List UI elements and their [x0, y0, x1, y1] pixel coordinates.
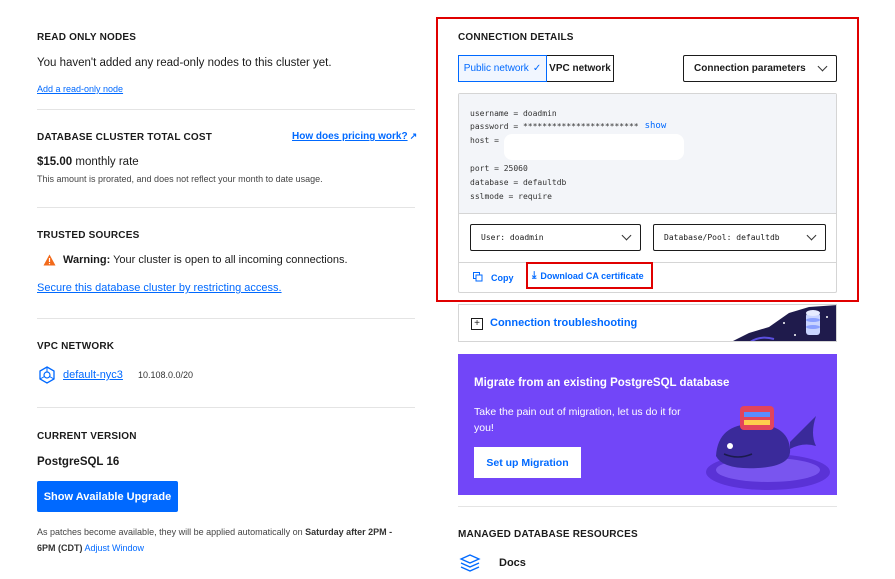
migration-card: Migrate from an existing PostgreSQL data…: [458, 354, 837, 495]
copy-button[interactable]: Copy: [473, 271, 514, 283]
cost-price: $15.00: [37, 156, 73, 168]
warning-text: Your cluster is open to all incoming con…: [110, 254, 348, 266]
line-database: database = defaultdb: [470, 178, 567, 187]
tab-vpc-network[interactable]: VPC network: [547, 55, 614, 82]
connection-panel: username = doadmin password = **********…: [458, 93, 837, 293]
tab-public-network[interactable]: Public network ✓: [458, 55, 547, 82]
setup-migration-button[interactable]: Set up Migration: [474, 447, 581, 478]
troubleshooting-label: Connection troubleshooting: [490, 317, 638, 329]
troubleshooting-card[interactable]: + Connection troubleshooting: [458, 304, 837, 342]
connection-selects-row: User: doadmin Database/Pool: defaultdb: [459, 214, 836, 263]
vpc-title: VPC NETWORK: [37, 341, 115, 352]
troubleshooting-illustration: [733, 305, 836, 341]
copy-icon: [473, 272, 483, 282]
chevron-down-icon: [621, 230, 632, 241]
docs-link[interactable]: Docs: [459, 553, 526, 573]
read-only-title: READ ONLY NODES: [37, 32, 137, 43]
adjust-window-link[interactable]: Adjust Window: [85, 543, 145, 553]
connection-title: CONNECTION DETAILS: [458, 32, 574, 43]
connection-params-label: Connection parameters: [694, 63, 806, 74]
user-select[interactable]: User: doadmin: [470, 224, 641, 251]
database-pool-label: Database/Pool: defaultdb: [664, 233, 780, 242]
divider: [37, 318, 415, 319]
vpc-row: default-nyc3 10.108.0.0/20: [38, 366, 193, 384]
connection-actions-row: Copy ⤓ Download CA certificate: [459, 262, 836, 292]
warning-bold: Warning:: [63, 254, 111, 266]
divider: [458, 506, 837, 507]
divider: [37, 109, 415, 110]
line-password-text: password = ************************: [470, 122, 639, 131]
chevron-down-icon: [806, 230, 817, 241]
stack-icon: [459, 554, 481, 572]
divider: [37, 207, 415, 208]
cost-rate: $15.00 monthly rate: [37, 156, 139, 168]
copy-label: Copy: [491, 273, 514, 283]
line-sslmode: sslmode = require: [470, 192, 552, 201]
add-read-only-link[interactable]: Add a read-only node: [37, 84, 123, 94]
divider: [37, 407, 415, 408]
line-username: username = doadmin: [470, 109, 557, 118]
download-ca-button[interactable]: ⤓ Download CA certificate: [526, 262, 653, 289]
tab-vpc-label: VPC network: [549, 63, 611, 74]
host-redaction: [504, 134, 684, 160]
chevron-down-icon: [817, 61, 828, 72]
cost-rate-suffix: monthly rate: [72, 156, 139, 168]
cost-note: This amount is prorated, and does not re…: [37, 174, 323, 184]
plus-icon: +: [471, 318, 483, 330]
line-port: port = 25060: [470, 164, 528, 173]
restrict-access-link[interactable]: Secure this database cluster by restrict…: [37, 282, 282, 294]
cost-title: DATABASE CLUSTER TOTAL COST: [37, 132, 213, 143]
resources-title: MANAGED DATABASE RESOURCES: [458, 529, 638, 540]
vpc-name-link[interactable]: default-nyc3: [63, 369, 123, 381]
migration-title: Migrate from an existing PostgreSQL data…: [474, 377, 730, 389]
tab-public-label: Public network: [463, 63, 529, 74]
vpc-cidr: 10.108.0.0/20: [137, 370, 193, 380]
read-only-text: You haven't added any read-only nodes to…: [37, 57, 332, 69]
external-arrow-icon: ↗: [409, 131, 418, 141]
version-value: PostgreSQL 16: [37, 456, 120, 468]
show-upgrade-button[interactable]: Show Available Upgrade: [37, 481, 178, 512]
connection-code-block: username = doadmin password = **********…: [459, 94, 836, 214]
warning-icon: [43, 254, 56, 266]
user-select-label: User: doadmin: [481, 233, 544, 242]
vpc-network-icon: [39, 366, 55, 384]
download-icon: ⤓: [532, 270, 537, 281]
docs-label: Docs: [499, 557, 526, 569]
trusted-title: TRUSTED SOURCES: [37, 230, 140, 241]
database-pool-select[interactable]: Database/Pool: defaultdb: [653, 224, 826, 251]
show-password-link[interactable]: show: [645, 121, 667, 131]
line-host: host =: [470, 136, 499, 145]
download-label: Download CA certificate: [540, 270, 644, 281]
check-icon: ✓: [532, 63, 542, 74]
connection-params-select[interactable]: Connection parameters: [683, 55, 837, 82]
pricing-link-label: How does pricing work?: [292, 131, 408, 142]
line-password: password = ************************ show: [470, 121, 667, 131]
version-note: As patches become available, they will b…: [37, 524, 407, 556]
version-note-text: As patches become available, they will b…: [37, 527, 306, 537]
trusted-warning: Warning: Your cluster is open to all inc…: [43, 254, 348, 266]
pricing-link[interactable]: How does pricing work? ↗: [292, 131, 417, 142]
migration-text: Take the pain out of migration, let us d…: [474, 406, 681, 434]
version-title: CURRENT VERSION: [37, 431, 137, 442]
whale-illustration: [706, 406, 830, 490]
